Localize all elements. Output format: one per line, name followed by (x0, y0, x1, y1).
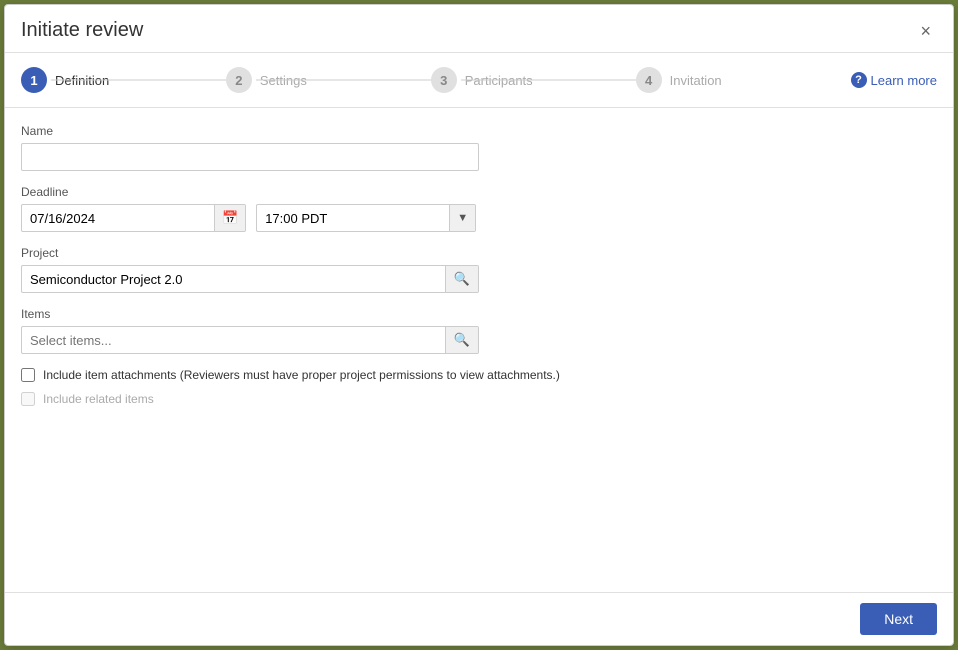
step-label-1: Definition (55, 73, 109, 88)
include-attachments-row: Include item attachments (Reviewers must… (21, 368, 937, 382)
step-number-3: 3 (431, 67, 457, 93)
modal-header: Initiate review × (5, 5, 953, 53)
next-button[interactable]: Next (860, 603, 937, 635)
items-search-button[interactable]: 🔍 (445, 327, 478, 353)
project-search-button[interactable]: 🔍 (445, 266, 478, 292)
include-related-items-checkbox[interactable] (21, 392, 35, 406)
name-field-group: Name (21, 124, 937, 171)
deadline-field-group: Deadline 📅 ▼ (21, 185, 937, 232)
project-field-group: Project 🔍 (21, 246, 937, 293)
calendar-button[interactable]: 📅 (214, 205, 245, 231)
items-label: Items (21, 307, 937, 321)
modal-footer: Next (5, 592, 953, 645)
project-input-wrap: 🔍 (21, 265, 479, 293)
step-number-2: 2 (226, 67, 252, 93)
step-definition[interactable]: 1 Definition (21, 67, 226, 93)
modal-title: Initiate review (21, 19, 143, 42)
deadline-label: Deadline (21, 185, 937, 199)
close-button[interactable]: × (914, 20, 937, 42)
learn-more-label: Learn more (871, 73, 937, 88)
help-icon: ? (851, 72, 867, 88)
time-dropdown-button[interactable]: ▼ (449, 205, 475, 231)
time-input-wrap: ▼ (256, 204, 476, 232)
date-input-wrap: 📅 (21, 204, 246, 232)
items-input[interactable] (22, 329, 445, 352)
include-related-items-row: Include related items (21, 392, 937, 406)
name-label: Name (21, 124, 937, 138)
steps-container: 1 Definition 2 Settings 3 Participants 4… (21, 67, 841, 93)
steps-bar: 1 Definition 2 Settings 3 Participants 4… (5, 53, 953, 108)
name-input[interactable] (21, 143, 479, 171)
step-settings[interactable]: 2 Settings (226, 67, 431, 93)
modal-body: Name Deadline 📅 ▼ Project 🔍 (5, 108, 953, 592)
items-field-group: Items 🔍 (21, 307, 937, 354)
include-attachments-checkbox[interactable] (21, 368, 35, 382)
step-label-4: Invitation (670, 73, 722, 88)
learn-more-link[interactable]: ? Learn more (851, 72, 937, 88)
step-label-3: Participants (465, 73, 533, 88)
initiate-review-modal: Initiate review × 1 Definition 2 Setting… (4, 4, 954, 646)
deadline-row: 📅 ▼ (21, 204, 937, 232)
step-participants[interactable]: 3 Participants (431, 67, 636, 93)
include-related-items-label: Include related items (43, 392, 154, 406)
step-label-2: Settings (260, 73, 307, 88)
date-input[interactable] (22, 207, 214, 230)
step-number-4: 4 (636, 67, 662, 93)
step-number-1: 1 (21, 67, 47, 93)
step-invitation[interactable]: 4 Invitation (636, 67, 841, 93)
include-attachments-label: Include item attachments (Reviewers must… (43, 368, 560, 382)
time-input[interactable] (257, 207, 449, 230)
project-label: Project (21, 246, 937, 260)
project-input[interactable] (22, 268, 445, 291)
items-input-wrap: 🔍 (21, 326, 479, 354)
